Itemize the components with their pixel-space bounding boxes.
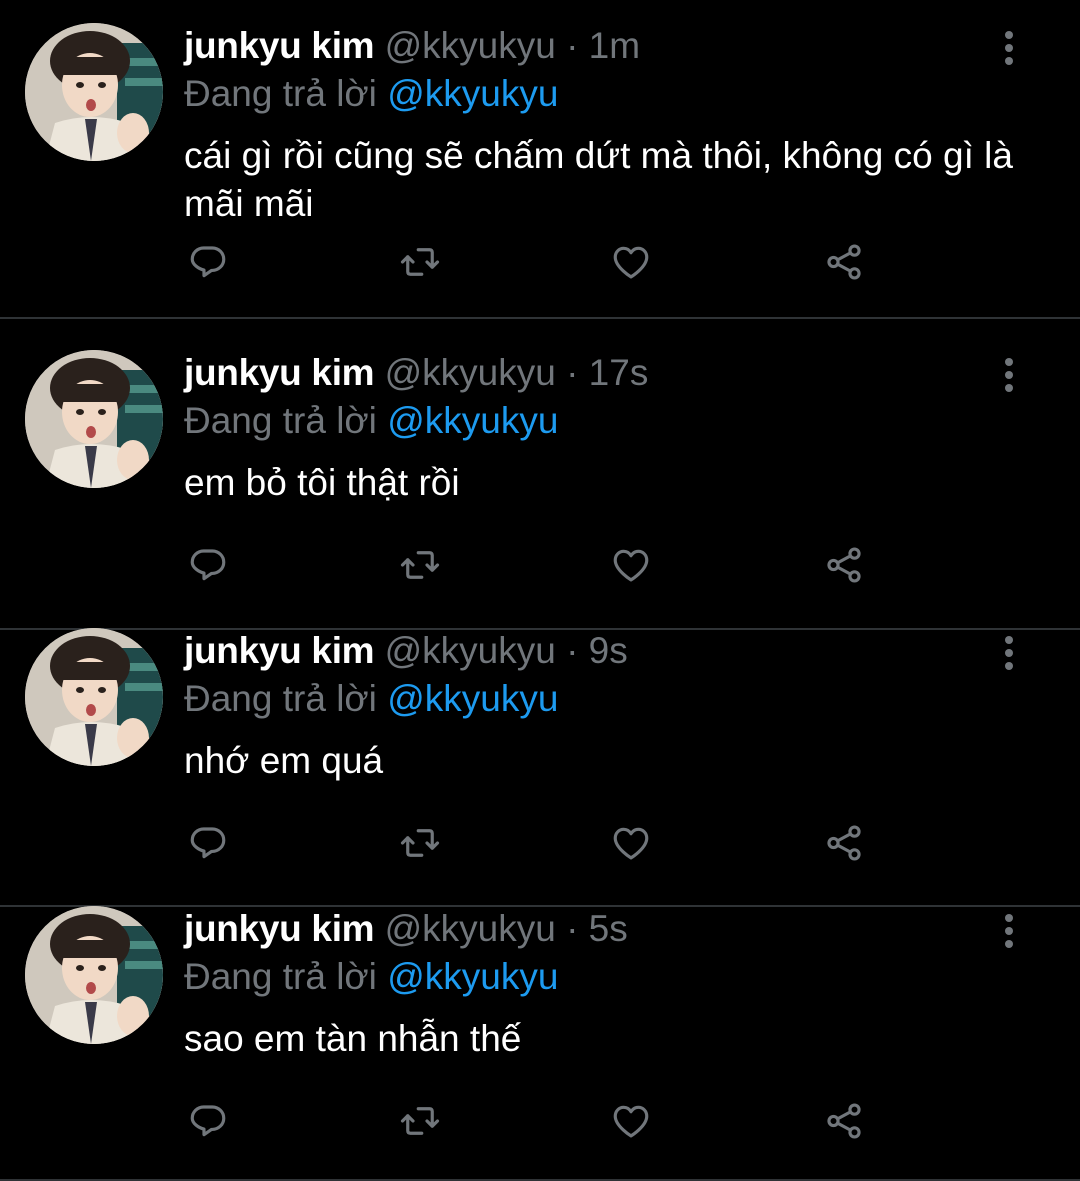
retweet-icon <box>400 829 440 857</box>
share-icon <box>827 244 861 280</box>
reply-prefix: Đang trả lời <box>184 678 377 719</box>
reply-icon <box>190 827 226 859</box>
tweet[interactable]: junkyu kim @kkyukyu · 17s Đang trả lời @… <box>0 335 1080 630</box>
avatar[interactable] <box>25 906 163 1044</box>
retweet-icon <box>400 551 440 579</box>
separator-dot: · <box>566 630 579 671</box>
reply-prefix: Đang trả lời <box>184 956 377 997</box>
reply-button[interactable] <box>184 541 232 589</box>
retweet-button[interactable] <box>396 819 444 867</box>
tweet-header: junkyu kim @kkyukyu · 9s <box>184 629 628 673</box>
tweet-timestamp[interactable]: 5s <box>589 908 628 949</box>
share-icon <box>827 825 861 861</box>
user-handle[interactable]: @kkyukyu <box>385 352 556 393</box>
tweet-actions <box>0 825 1080 891</box>
reply-prefix: Đang trả lời <box>184 400 377 441</box>
avatar-image <box>25 350 163 488</box>
reply-prefix: Đang trả lời <box>184 73 377 114</box>
display-name[interactable]: junkyu kim <box>184 908 375 949</box>
reply-button[interactable] <box>184 819 232 867</box>
reply-context: Đang trả lời @kkyukyu <box>184 955 558 999</box>
retweet-button[interactable] <box>396 541 444 589</box>
more-icon[interactable] <box>992 909 1026 953</box>
separator-dot: · <box>566 25 579 66</box>
reply-icon <box>190 246 226 278</box>
avatar-image <box>25 906 163 1044</box>
display-name[interactable]: junkyu kim <box>184 630 375 671</box>
tweet-timestamp[interactable]: 1m <box>589 25 640 66</box>
avatar-image <box>25 628 163 766</box>
tweet-text: nhớ em quá <box>184 740 384 781</box>
tweet-timestamp[interactable]: 9s <box>589 630 628 671</box>
reply-button[interactable] <box>184 1097 232 1145</box>
tweet-header: junkyu kim @kkyukyu · 5s <box>184 907 628 951</box>
avatar[interactable] <box>25 23 163 161</box>
reply-context: Đang trả lời @kkyukyu <box>184 399 558 443</box>
retweet-icon <box>400 1107 440 1135</box>
more-icon[interactable] <box>992 631 1026 675</box>
reply-mention-link[interactable]: @kkyukyu <box>387 956 558 997</box>
share-button[interactable] <box>820 238 868 286</box>
like-button[interactable] <box>607 541 655 589</box>
divider <box>0 317 1080 319</box>
tweet[interactable]: junkyu kim @kkyukyu · 5s Đang trả lời @k… <box>0 891 1080 1181</box>
retweet-button[interactable] <box>396 238 444 286</box>
reply-button[interactable] <box>184 238 232 286</box>
retweet-button[interactable] <box>396 1097 444 1145</box>
tweet-actions <box>0 244 1080 310</box>
like-icon <box>613 1105 649 1138</box>
tweet[interactable]: junkyu kim @kkyukyu · 1m Đang trả lời @k… <box>0 8 1080 319</box>
tweet[interactable]: junkyu kim @kkyukyu · 9s Đang trả lời @k… <box>0 613 1080 907</box>
reply-icon <box>190 549 226 581</box>
reply-mention-link[interactable]: @kkyukyu <box>387 73 558 114</box>
reply-icon <box>190 1105 226 1137</box>
like-icon <box>613 827 649 860</box>
tweet-timestamp[interactable]: 17s <box>589 352 649 393</box>
more-icon[interactable] <box>992 26 1026 70</box>
tweet-timeline: junkyu kim @kkyukyu · 1m Đang trả lời @k… <box>0 0 1080 1181</box>
tweet-text: em bỏ tôi thật rồi <box>184 462 460 503</box>
like-button[interactable] <box>607 1097 655 1145</box>
user-handle[interactable]: @kkyukyu <box>385 630 556 671</box>
share-button[interactable] <box>820 819 868 867</box>
reply-context: Đang trả lời @kkyukyu <box>184 677 558 721</box>
avatar[interactable] <box>25 350 163 488</box>
share-icon <box>827 1103 861 1139</box>
reply-mention-link[interactable]: @kkyukyu <box>387 678 558 719</box>
reply-context: Đang trả lời @kkyukyu <box>184 72 558 116</box>
user-handle[interactable]: @kkyukyu <box>385 908 556 949</box>
tweet-header: junkyu kim @kkyukyu · 17s <box>184 351 648 395</box>
avatar-image <box>25 23 163 161</box>
retweet-icon <box>400 248 440 276</box>
tweet-actions <box>0 547 1080 613</box>
display-name[interactable]: junkyu kim <box>184 25 375 66</box>
tweet-header: junkyu kim @kkyukyu · 1m <box>184 24 640 68</box>
share-button[interactable] <box>820 541 868 589</box>
share-button[interactable] <box>820 1097 868 1145</box>
separator-dot: · <box>566 908 579 949</box>
tweet-actions <box>0 1103 1080 1169</box>
separator-dot: · <box>566 352 579 393</box>
tweet-text: cái gì rồi cũng sẽ chấm dứt mà thôi, khô… <box>184 135 1013 224</box>
like-icon <box>613 246 649 279</box>
share-icon <box>827 547 861 583</box>
like-button[interactable] <box>607 819 655 867</box>
reply-mention-link[interactable]: @kkyukyu <box>387 400 558 441</box>
user-handle[interactable]: @kkyukyu <box>385 25 556 66</box>
avatar[interactable] <box>25 628 163 766</box>
tweet-text: sao em tàn nhẫn thế <box>184 1018 522 1059</box>
more-icon[interactable] <box>992 353 1026 397</box>
like-button[interactable] <box>607 238 655 286</box>
display-name[interactable]: junkyu kim <box>184 352 375 393</box>
like-icon <box>613 549 649 582</box>
